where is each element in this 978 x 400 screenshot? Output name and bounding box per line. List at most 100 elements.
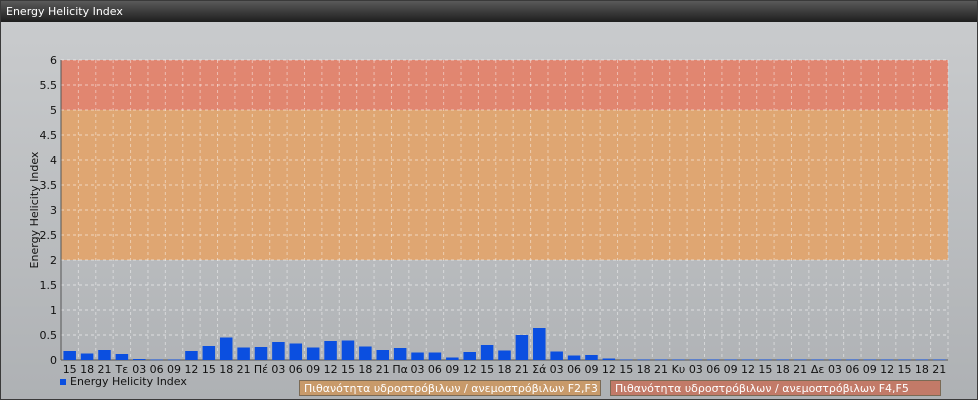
x-tick-label: Πέ: [254, 363, 268, 376]
bar: [167, 359, 181, 361]
x-tick-label: 18: [776, 363, 790, 376]
x-tick-label: 06: [567, 363, 581, 376]
x-tick-label: 21: [515, 363, 529, 376]
bar: [254, 347, 268, 360]
bar: [724, 359, 737, 361]
bar: [637, 359, 650, 361]
bar: [219, 337, 233, 360]
x-tick-label: 09: [724, 363, 738, 376]
bar: [289, 343, 303, 360]
bar: [533, 328, 546, 360]
bar: [863, 359, 876, 361]
band-legend-f4f5: Πιθανότητα υδροστρόβιλων / ανεμοστρόβιλω…: [610, 380, 941, 396]
y-tick-label: 0.5: [40, 329, 58, 342]
y-tick-label: 2: [50, 254, 57, 267]
bar: [654, 359, 668, 361]
bar: [915, 359, 929, 361]
bar: [393, 348, 407, 360]
x-tick-label: 15: [341, 363, 355, 376]
x-tick-label: 18: [219, 363, 233, 376]
bar: [793, 359, 807, 361]
bar: [567, 355, 581, 360]
bar: [880, 359, 894, 361]
x-tick-label: 21: [376, 363, 390, 376]
x-tick-label: 09: [306, 363, 320, 376]
y-tick-label: 3.5: [40, 179, 58, 192]
chart-svg: 00.511.522.533.544.555.5615 18 21 Τε 03 06 09 1…: [28, 54, 949, 376]
x-tick-label: 15: [480, 363, 494, 376]
x-tick-label: 15: [898, 363, 912, 376]
bar: [133, 359, 146, 360]
bar: [411, 352, 424, 360]
x-tick-label: 15: [202, 363, 216, 376]
bar: [446, 357, 459, 360]
x-tick-label: 12: [602, 363, 616, 376]
bar: [98, 350, 111, 360]
x-tick-label: 18: [358, 363, 372, 376]
x-tick-label: 18: [637, 363, 651, 376]
y-tick-label: 4: [50, 154, 57, 167]
bar: [550, 351, 563, 360]
y-tick-label: 5.5: [40, 79, 58, 92]
bar: [359, 346, 372, 360]
bar: [933, 359, 946, 361]
x-tick-label: 21: [654, 363, 668, 376]
bar: [585, 355, 598, 360]
y-tick-label: 4.5: [40, 129, 58, 142]
x-tick-label: 12: [880, 363, 894, 376]
x-tick-label: 21: [237, 363, 251, 376]
bar: [63, 351, 76, 360]
bar: [759, 359, 772, 361]
y-tick-label: 3: [50, 204, 57, 217]
x-tick-label: 03: [411, 363, 425, 376]
bar: [202, 346, 216, 360]
x-tick-label: 03: [689, 363, 703, 376]
bar: [272, 342, 285, 360]
x-tick-label: Σά: [532, 363, 546, 376]
bar: [689, 359, 703, 361]
bar: [376, 350, 390, 360]
x-tick-label: 06: [706, 363, 720, 376]
bar: [150, 359, 163, 361]
x-tick-label: 21: [793, 363, 807, 376]
x-tick-label: 09: [584, 363, 598, 376]
bar: [619, 359, 633, 361]
series-legend[interactable]: Energy Helicity Index: [60, 375, 187, 388]
x-tick-label: 12: [324, 363, 338, 376]
x-tick-label: 12: [463, 363, 477, 376]
bar: [828, 359, 842, 361]
bar: [237, 347, 250, 360]
x-tick-label: 12: [741, 363, 755, 376]
bar: [515, 335, 529, 360]
bar: [602, 358, 616, 360]
bar: [672, 359, 685, 361]
x-tick-label: 06: [845, 363, 859, 376]
x-tick-label: 06: [289, 363, 303, 376]
x-tick-label: Κυ: [672, 363, 686, 376]
x-tick-label: 03: [271, 363, 285, 376]
bar: [846, 359, 859, 361]
bar: [185, 351, 198, 360]
x-tick-label: 18: [498, 363, 512, 376]
bar: [811, 359, 824, 361]
bar: [341, 340, 355, 360]
bar: [428, 352, 442, 360]
bar: [776, 359, 790, 361]
x-tick-label: Δε: [811, 363, 825, 376]
bar: [898, 359, 911, 361]
x-tick-label: 09: [445, 363, 459, 376]
y-tick-label: 2.5: [40, 229, 58, 242]
bar: [480, 345, 494, 360]
x-tick-label: 06: [428, 363, 442, 376]
bar: [306, 347, 320, 360]
y-tick-label: 1.5: [40, 279, 58, 292]
series-swatch: [60, 378, 66, 385]
bar: [498, 350, 511, 360]
x-tick-label: Πα: [392, 363, 408, 376]
x-tick-label: 18: [915, 363, 929, 376]
bar: [706, 359, 720, 361]
x-tick-label: 09: [863, 363, 877, 376]
x-tick-label: 15: [619, 363, 633, 376]
y-tick-label: 1: [50, 304, 57, 317]
series-legend-label: Energy Helicity Index: [70, 375, 187, 388]
